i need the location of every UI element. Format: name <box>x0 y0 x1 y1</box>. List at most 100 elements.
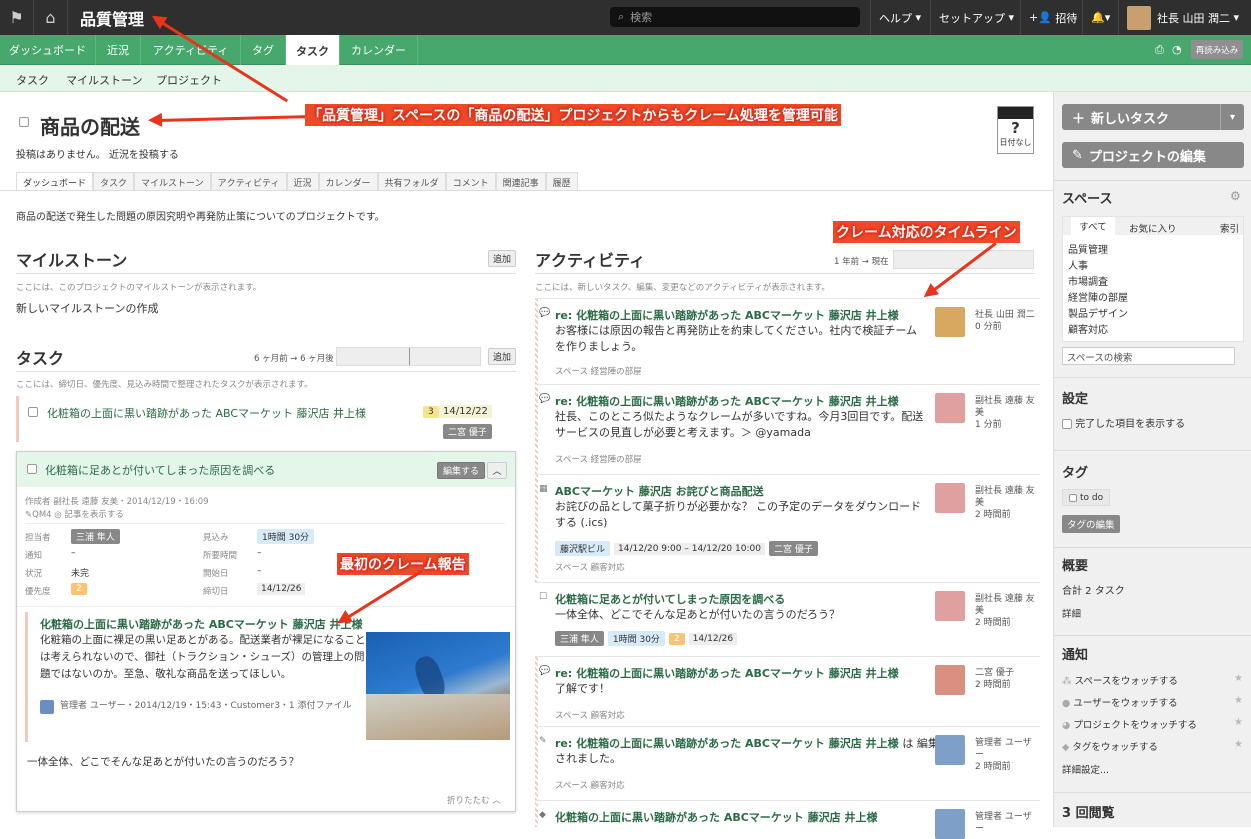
space-item[interactable]: 経営陣の部屋 <box>1068 289 1128 304</box>
activity-meta[interactable]: スペース 顧客対応 <box>555 779 625 791</box>
activity-meta[interactable]: スペース 顧客対応 <box>555 561 625 573</box>
star-icon[interactable]: ★ <box>1234 739 1243 750</box>
space-item[interactable]: 品質管理 <box>1068 241 1108 256</box>
reload-button[interactable]: 再読み込み <box>1191 40 1243 59</box>
activity-title[interactable]: ABCマーケット 藤沢店 お詫びと商品配送 <box>555 483 764 499</box>
add-milestone-button[interactable]: 追加 <box>488 250 516 267</box>
activity-author: 副社長 遠藤 友美 2 時間前 <box>975 594 1035 628</box>
task-detail-card: 化粧箱に足あとが付いてしまった原因を調べる 編集する ︿ 作成者 副社長 遠藤 … <box>16 451 516 812</box>
tag-chip[interactable]: to do <box>1062 489 1111 506</box>
activity-item[interactable]: ✎ re: 化粧箱の上面に黒い踏跡があった ABCマーケット 藤沢店 井上様 は… <box>535 726 1040 800</box>
space-search-input[interactable]: スペースの検索 <box>1062 347 1235 365</box>
project-checkbox[interactable] <box>19 117 29 127</box>
space-tab-favorites[interactable]: お気に入り <box>1129 221 1177 235</box>
tab-dashboard[interactable]: ダッシュボード <box>0 35 96 65</box>
watch-user-link[interactable]: ● ユーザーをウォッチする <box>1062 695 1178 709</box>
task-checkbox[interactable] <box>27 464 37 474</box>
ptab-activity[interactable]: アクティビティ <box>210 172 287 190</box>
flag-icon[interactable]: ⚑ <box>0 0 34 35</box>
help-menu[interactable]: ヘルプ ▾ <box>870 0 929 35</box>
subtab-tasks[interactable]: タスク <box>16 72 49 88</box>
create-milestone-link[interactable]: 新しいマイルストーンの作成 <box>16 300 158 316</box>
activity-item[interactable]: ▦ ABCマーケット 藤沢店 お詫びと商品配送 お詫びの品として菓子折りが必要か… <box>535 474 1040 582</box>
activity-title[interactable]: re: 化粧箱の上面に黒い踏跡があった ABCマーケット 藤沢店 井上様 <box>555 393 899 409</box>
space-item[interactable]: 製品デザイン <box>1068 305 1128 320</box>
annotation-project-note: 「品質管理」スペースの「商品の配送」プロジェクトからもクレーム処理を管理可能 <box>305 104 841 126</box>
star-icon[interactable]: ★ <box>1234 717 1243 728</box>
activity-item[interactable]: ☐ 化粧箱に足あとが付いてしまった原因を調べる 一体全体、どこでそんな足あとが付… <box>535 582 1040 656</box>
status-line: 投稿はありません。 近況を投稿する <box>16 146 179 161</box>
space-item[interactable]: 人事 <box>1068 257 1088 272</box>
collapse-link[interactable]: 折りたたむ ︿ <box>447 794 501 806</box>
post-status-link[interactable]: 近況を投稿する <box>109 150 179 161</box>
add-task-button[interactable]: 追加 <box>488 348 516 365</box>
activity-item[interactable]: 💬 re: 化粧箱の上面に黒い踏跡があった ABCマーケット 藤沢店 井上様 社… <box>535 384 1040 474</box>
space-item[interactable]: 市場調査 <box>1068 273 1108 288</box>
space-tab-index[interactable]: 索引 <box>1220 221 1239 235</box>
print-icon[interactable]: ⎙ <box>1155 43 1164 57</box>
article-title[interactable]: 化粧箱の上面に黒い踏跡があった ABCマーケット 藤沢店 井上様 <box>40 616 362 632</box>
space-title[interactable]: 品質管理 <box>80 6 144 30</box>
notifications-menu[interactable]: 🔔 ▾ <box>1082 0 1118 35</box>
subtab-milestones[interactable]: マイルストーン <box>66 72 142 88</box>
tab-calendar[interactable]: カレンダー <box>340 35 418 65</box>
ptab-dashboard[interactable]: ダッシュボード <box>16 172 94 190</box>
search-input[interactable]: ⌕ 検索 <box>610 7 860 27</box>
show-article-link[interactable]: 記事を表示する <box>64 510 124 520</box>
watch-tag-link[interactable]: ◆ タグをウォッチする <box>1062 739 1158 753</box>
ptab-calendar[interactable]: カレンダー <box>318 172 378 190</box>
ptab-related[interactable]: 関連記事 <box>495 172 546 190</box>
task-title[interactable]: 化粧箱に足あとが付いてしまった原因を調べる <box>45 462 275 478</box>
activity-title[interactable]: re: 化粧箱の上面に黒い踏跡があった ABCマーケット 藤沢店 井上様 <box>555 307 899 323</box>
details-link[interactable]: 詳細 <box>1062 606 1081 620</box>
subtab-projects[interactable]: プロジェクト <box>156 72 222 88</box>
activity-hint: ここには、新しいタスク、編集、変更などのアクティビティが表示されます。 <box>535 283 830 293</box>
edit-project-button[interactable]: ✎ プロジェクトの編集 <box>1062 142 1244 168</box>
activity-title[interactable]: 化粧箱に足あとが付いてしまった原因を調べる <box>555 591 785 607</box>
ptab-history[interactable]: 履歴 <box>545 172 578 190</box>
activity-item[interactable]: 💬 re: 化粧箱の上面に黒い踏跡があった ABCマーケット 藤沢店 井上様 お… <box>535 298 1040 384</box>
ptab-milestones[interactable]: マイルストーン <box>134 172 211 190</box>
task-title[interactable]: 化粧箱の上面に黒い踏跡があった ABCマーケット 藤沢店 井上様 <box>47 405 366 421</box>
activity-title[interactable]: re: 化粧箱の上面に黒い踏跡があった ABCマーケット 藤沢店 井上様 <box>555 665 899 681</box>
advanced-settings-link[interactable]: 詳細設定... <box>1062 762 1109 776</box>
chevron-down-icon[interactable]: ▾ <box>1220 104 1244 130</box>
star-icon[interactable]: ★ <box>1234 695 1243 706</box>
activity-title[interactable]: 化粧箱の上面に黒い踏跡があった ABCマーケット 藤沢店 井上様 <box>555 809 877 825</box>
tab-tasks[interactable]: タスク <box>286 35 340 66</box>
tab-updates[interactable]: 近況 <box>96 35 141 65</box>
watch-space-link[interactable]: ⁂ スペースをウォッチする <box>1062 673 1178 687</box>
show-completed-toggle[interactable]: 完了した項目を表示する <box>1062 415 1185 430</box>
task-checkbox[interactable] <box>28 407 38 417</box>
activity-meta[interactable]: スペース 顧客対応 <box>555 709 625 721</box>
ptab-shared-folder[interactable]: 共有フォルダ <box>377 172 446 190</box>
collapse-icon[interactable]: ︿ <box>487 462 507 479</box>
edit-tags-button[interactable]: タグの編集 <box>1062 515 1120 533</box>
tasks-range-slider[interactable] <box>336 347 481 366</box>
space-tab-all[interactable]: すべて <box>1071 217 1115 235</box>
ptab-updates[interactable]: 近況 <box>286 172 319 190</box>
user-menu[interactable]: 社長 山田 潤二 ▾ <box>1118 0 1247 35</box>
task-tag[interactable]: QM4 <box>32 510 51 520</box>
activity-item[interactable]: 💬 re: 化粧箱の上面に黒い踏跡があった ABCマーケット 藤沢店 井上様 了… <box>535 656 1040 726</box>
new-task-button[interactable]: ＋新しいタスク ▾ <box>1062 104 1244 130</box>
activity-title[interactable]: re: 化粧箱の上面に黒い踏跡があった ABCマーケット 藤沢店 井上様 は 編… <box>555 735 939 751</box>
watch-project-link[interactable]: ◕ プロジェクトをウォッチする <box>1062 717 1197 731</box>
rss-icon[interactable]: ◔ <box>1172 43 1182 56</box>
activity-meta[interactable]: スペース 経営陣の部屋 <box>555 365 642 377</box>
activity-item[interactable]: ◆ 化粧箱の上面に黒い踏跡があった ABCマーケット 藤沢店 井上様 管理者 ユ… <box>535 800 1040 839</box>
ptab-tasks[interactable]: タスク <box>93 172 135 190</box>
setup-menu[interactable]: セットアップ ▾ <box>930 0 1022 35</box>
event-place: 藤沢駅ビル <box>555 541 611 556</box>
home-icon[interactable]: ⌂ <box>34 0 68 35</box>
tab-tags[interactable]: タグ <box>241 35 286 65</box>
activity-meta[interactable]: スペース 経営陣の部屋 <box>555 453 642 465</box>
star-icon[interactable]: ★ <box>1234 673 1243 684</box>
invite-button[interactable]: +👤 招待 <box>1020 0 1085 35</box>
edit-task-button[interactable]: 編集する <box>437 462 485 479</box>
gear-icon[interactable]: ⚙ <box>1230 189 1241 203</box>
footprint-image[interactable] <box>366 632 510 740</box>
task-row[interactable]: 化粧箱の上面に黒い踏跡があった ABCマーケット 藤沢店 井上様 3 14/12… <box>16 396 516 442</box>
ptab-comments[interactable]: コメント <box>445 172 496 190</box>
space-item[interactable]: 顧客対応 <box>1068 321 1108 336</box>
